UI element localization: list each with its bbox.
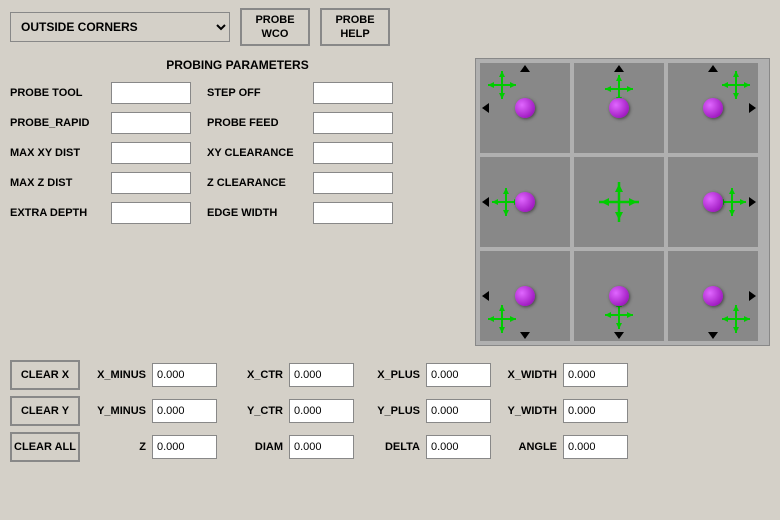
edge-width-input[interactable] (313, 202, 393, 224)
z-clearance-label: Z CLEARANCE (207, 177, 307, 189)
xy-clearance-label: XY CLEARANCE (207, 147, 307, 159)
probe-tool-label: PROBE TOOL (10, 87, 105, 99)
param-row-max-z: MAX Z DIST Z CLEARANCE (10, 172, 465, 194)
probe-cell-1-0 (480, 157, 570, 247)
probe-wco-button[interactable]: PROBEWCO (240, 8, 310, 46)
center-crosshair-icon (599, 182, 639, 222)
arrow-down-icon (614, 332, 624, 339)
x-plus-label: X_PLUS (360, 369, 420, 381)
step-off-input[interactable] (313, 82, 393, 104)
main-content: PROBING PARAMETERS PROBE TOOL STEP OFF P… (0, 54, 780, 346)
probe-cell-0-1 (574, 63, 664, 153)
probe-cell-0-0 (480, 63, 570, 153)
arrow-left-icon (482, 103, 489, 113)
right-panel (475, 54, 770, 346)
y-minus-label: Y_MINUS (86, 405, 146, 417)
xy-clearance-input[interactable] (313, 142, 393, 164)
param-row-max-xy: MAX XY DIST XY CLEARANCE (10, 142, 465, 164)
y-plus-label: Y_PLUS (360, 405, 420, 417)
probe-ball-1-0 (515, 192, 535, 212)
clear-y-button[interactable]: CLEAR Y (10, 396, 80, 426)
crosshair-tr-icon (722, 71, 750, 99)
diam-input[interactable] (289, 435, 354, 459)
step-off-label: STEP OFF (207, 87, 307, 99)
param-row-probe-rapid: PROBE_RAPID PROBE FEED (10, 112, 465, 134)
left-panel: PROBING PARAMETERS PROBE TOOL STEP OFF P… (10, 54, 475, 346)
arrow-right-icon (749, 291, 756, 301)
clear-x-row: CLEAR X X_MINUS X_CTR X_PLUS X_WIDTH (10, 360, 770, 390)
x-ctr-input[interactable] (289, 363, 354, 387)
arrow-left-icon (482, 197, 489, 207)
clear-y-row: CLEAR Y Y_MINUS Y_CTR Y_PLUS Y_WIDTH (10, 396, 770, 426)
max-xy-input[interactable] (111, 142, 191, 164)
probe-ball-0-0 (515, 98, 535, 118)
probe-cell-2-0 (480, 251, 570, 341)
arrow-right-icon (749, 103, 756, 113)
arrow-up-icon (520, 65, 530, 72)
probe-feed-label: PROBE FEED (207, 117, 307, 129)
probe-ball-1-2 (703, 192, 723, 212)
extra-depth-label: EXTRA DEPTH (10, 207, 105, 219)
probe-cell-1-1 (574, 157, 664, 247)
angle-label: ANGLE (497, 441, 557, 453)
max-z-input[interactable] (111, 172, 191, 194)
probe-cell-0-2 (668, 63, 758, 153)
x-plus-input[interactable] (426, 363, 491, 387)
bottom-section: CLEAR X X_MINUS X_CTR X_PLUS X_WIDTH CLE… (0, 352, 780, 472)
x-width-label: X_WIDTH (497, 369, 557, 381)
clear-x-button[interactable]: CLEAR X (10, 360, 80, 390)
probe-cell-2-1 (574, 251, 664, 341)
y-plus-input[interactable] (426, 399, 491, 423)
y-width-label: Y_WIDTH (497, 405, 557, 417)
probe-ball-0-1 (609, 98, 629, 118)
edge-width-label: EDGE WIDTH (207, 207, 307, 219)
delta-input[interactable] (426, 435, 491, 459)
y-width-input[interactable] (563, 399, 628, 423)
x-minus-input[interactable] (152, 363, 217, 387)
probe-cell-2-2 (668, 251, 758, 341)
probe-ball-2-0 (515, 286, 535, 306)
arrow-left-icon (482, 291, 489, 301)
z-input[interactable] (152, 435, 217, 459)
angle-input[interactable] (563, 435, 628, 459)
param-row-probe-tool: PROBE TOOL STEP OFF (10, 82, 465, 104)
probe-ball-2-1 (609, 286, 629, 306)
z-clearance-input[interactable] (313, 172, 393, 194)
clear-all-row: CLEAR ALL Z DIAM DELTA ANGLE (10, 432, 770, 462)
probe-feed-input[interactable] (313, 112, 393, 134)
section-title: PROBING PARAMETERS (10, 58, 465, 72)
arrow-down-icon (520, 332, 530, 339)
probe-tool-input[interactable] (111, 82, 191, 104)
probe-ball-2-2 (703, 286, 723, 306)
crosshair-tl-icon (488, 71, 516, 99)
arrow-up-icon (708, 65, 718, 72)
probe-cell-1-2 (668, 157, 758, 247)
arrow-down-icon (708, 332, 718, 339)
probe-rapid-label: PROBE_RAPID (10, 117, 105, 129)
probe-grid (475, 58, 770, 346)
extra-depth-input[interactable] (111, 202, 191, 224)
y-minus-input[interactable] (152, 399, 217, 423)
crosshair-bl-icon (488, 305, 516, 333)
crosshair-br-icon (722, 305, 750, 333)
y-ctr-label: Y_CTR (223, 405, 283, 417)
param-row-extra-depth: EXTRA DEPTH EDGE WIDTH (10, 202, 465, 224)
probe-rapid-input[interactable] (111, 112, 191, 134)
arrow-right-icon (749, 197, 756, 207)
delta-label: DELTA (360, 441, 420, 453)
top-bar: OUTSIDE CORNERS INSIDE CORNERS BOSS POCK… (0, 0, 780, 54)
diam-label: DIAM (223, 441, 283, 453)
mode-dropdown[interactable]: OUTSIDE CORNERS INSIDE CORNERS BOSS POCK… (10, 12, 230, 42)
y-ctr-input[interactable] (289, 399, 354, 423)
probe-ball-0-2 (703, 98, 723, 118)
probe-help-button[interactable]: PROBEHELP (320, 8, 390, 46)
arrow-up-icon (614, 65, 624, 72)
clear-all-button[interactable]: CLEAR ALL (10, 432, 80, 462)
max-xy-label: MAX XY DIST (10, 147, 105, 159)
z-label: Z (86, 441, 146, 453)
x-minus-label: X_MINUS (86, 369, 146, 381)
x-width-input[interactable] (563, 363, 628, 387)
x-ctr-label: X_CTR (223, 369, 283, 381)
max-z-label: MAX Z DIST (10, 177, 105, 189)
